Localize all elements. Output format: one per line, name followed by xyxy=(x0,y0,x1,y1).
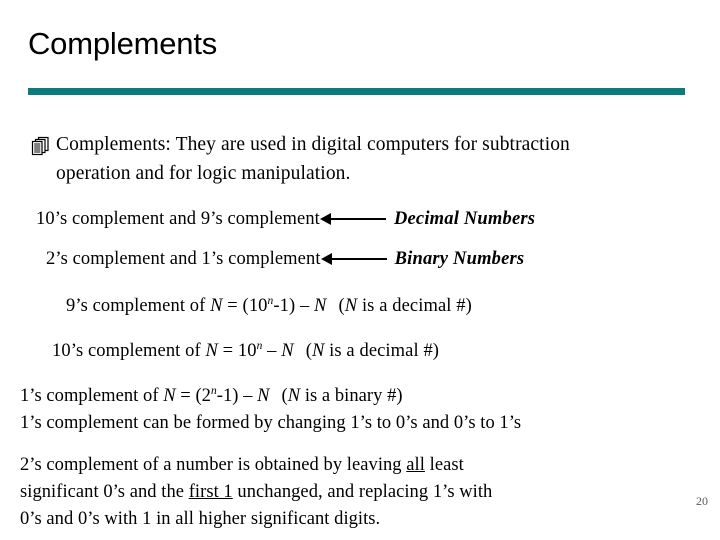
mapping-left-label-binary: 2’s complement and 1’s complement xyxy=(46,248,321,269)
mapping-row-decimal: 10’s complement and 9’s complement Decim… xyxy=(36,206,535,232)
mapping-left-label-decimal: 10’s complement and 9’s complement xyxy=(36,208,320,229)
formula-note-variable: N xyxy=(344,296,358,316)
twos-complement-line-1: 2’s complement of a number is obtained b… xyxy=(20,452,720,479)
left-arrow-icon xyxy=(320,252,389,266)
formula-prefix: 10’s complement of xyxy=(52,341,206,361)
twos-complement-line-2: significant 0’s and the first 1 unchange… xyxy=(20,479,720,506)
twos-line1-underlined-word: all xyxy=(406,455,425,475)
formula-nines-complement: 9’s complement of N = (10n-1) – N (N is a… xyxy=(66,295,472,317)
page-number: 20 xyxy=(696,494,708,508)
formula-variable-n: N xyxy=(205,341,218,361)
page-title: Complements xyxy=(28,26,218,61)
formula-note-variable: N xyxy=(287,386,301,406)
formula-note-text: is a binary #) xyxy=(300,386,403,406)
stacked-pages-icon xyxy=(30,130,56,163)
formula-tail: -1) – xyxy=(216,386,258,406)
twos-line1-suffix: least xyxy=(424,455,464,475)
title-underline-rule xyxy=(28,88,685,95)
formula-tail: – xyxy=(262,341,282,361)
twos-line2-suffix: unchanged, and replacing 1’s with xyxy=(232,482,493,502)
twos-line2-underlined-word: first 1 xyxy=(188,482,233,502)
mapping-row-binary: 2’s complement and 1’s complement Binary… xyxy=(46,246,524,272)
formula-note-text: is a decimal #) xyxy=(324,341,440,361)
formula-tens-complement: 10’s complement of N = 10n – N (N is a de… xyxy=(52,340,440,362)
formula-variable-n2: N xyxy=(257,386,270,406)
ones-complement-description: 1’s complement can be formed by changing… xyxy=(20,413,522,433)
slide-canvas: Complements Complements: They are used i… xyxy=(0,0,720,540)
formula-prefix: 9’s complement of xyxy=(66,296,211,316)
formula-note-text: is a decimal #) xyxy=(357,296,472,316)
mapping-right-label-decimal: Decimal Numbers xyxy=(393,208,536,229)
formula-variable-n: N xyxy=(210,296,223,316)
twos-complement-block: 2’s complement of a number is obtained b… xyxy=(20,452,720,533)
left-arrow-icon xyxy=(319,212,388,226)
formula-variable-n2: N xyxy=(281,341,294,361)
ones-complement-block: 1’s complement of N = (2n-1) – N (N is a … xyxy=(20,383,720,437)
formula-variable-n: N xyxy=(163,386,176,406)
mapping-right-label-binary: Binary Numbers xyxy=(394,248,525,269)
formula-equals: = (10 xyxy=(222,296,268,316)
twos-complement-line-3: 0’s and 0’s with 1 in all higher signifi… xyxy=(20,509,381,529)
twos-line2-prefix: significant 0’s and the xyxy=(20,482,189,502)
ones-complement-formula-line: 1’s complement of N = (2n-1) – N (N is a … xyxy=(20,383,720,410)
formula-tail: -1) – xyxy=(273,296,315,316)
twos-line1-prefix: 2’s complement of a number is obtained b… xyxy=(20,455,407,475)
bullet-item: Complements: They are used in digital co… xyxy=(30,130,670,188)
formula-prefix: 1’s complement of xyxy=(20,386,164,406)
formula-note-variable: N xyxy=(311,341,325,361)
formula-equals: = 10 xyxy=(217,341,257,361)
formula-variable-n2: N xyxy=(314,296,327,316)
formula-equals: = (2 xyxy=(175,386,211,406)
bullet-text: Complements: They are used in digital co… xyxy=(56,134,570,184)
